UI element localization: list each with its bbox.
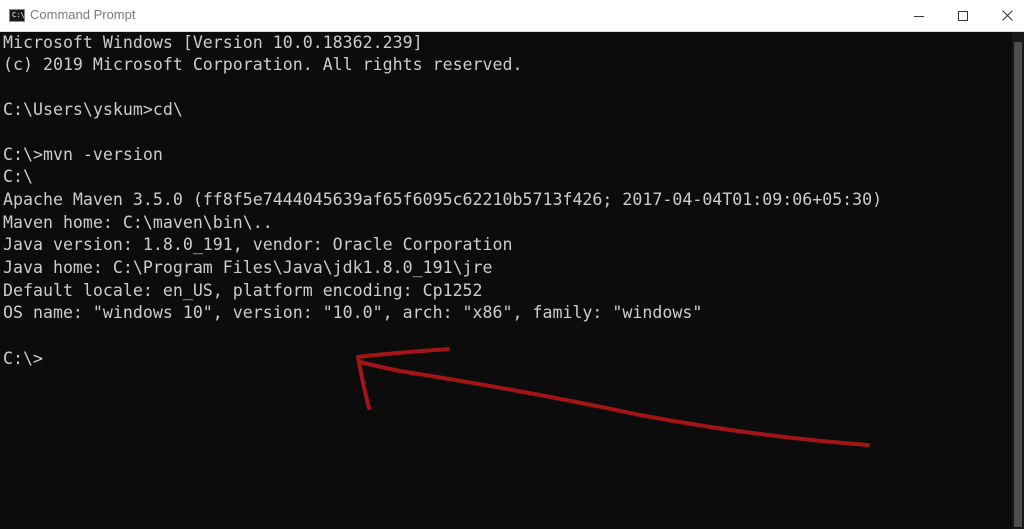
minimize-icon bbox=[914, 15, 924, 17]
console-line: Default locale: en_US, platform encoding… bbox=[3, 281, 483, 300]
maximize-button[interactable] bbox=[940, 0, 986, 31]
console-output[interactable]: Microsoft Windows [Version 10.0.18362.23… bbox=[0, 32, 1012, 529]
cmd-prompt-icon[interactable]: C:\ bbox=[9, 9, 25, 22]
window-title: Command Prompt bbox=[30, 7, 136, 22]
console-line: Maven home: C:\maven\bin\.. bbox=[3, 213, 273, 232]
close-icon bbox=[1001, 10, 1013, 21]
console-line: C:\>mvn -version bbox=[3, 145, 163, 164]
console-line: Apache Maven 3.5.0 (ff8f5e7444045639af65… bbox=[3, 190, 883, 209]
maximize-icon bbox=[958, 10, 968, 21]
minimize-button[interactable] bbox=[896, 0, 942, 31]
console-line: C:\Users\yskum>cd\ bbox=[3, 100, 183, 119]
app-icon-glyph: C:\ bbox=[12, 11, 25, 19]
console-line: Java version: 1.8.0_191, vendor: Oracle … bbox=[3, 235, 513, 254]
console-line: C:\ bbox=[3, 167, 33, 186]
console-line: Java home: C:\Program Files\Java\jdk1.8.… bbox=[3, 258, 493, 277]
command-prompt-window: C:\ Command Prompt Microsoft Windows [Ve… bbox=[0, 0, 1024, 529]
close-button[interactable] bbox=[984, 0, 1024, 31]
console-line: Microsoft Windows [Version 10.0.18362.23… bbox=[3, 33, 423, 52]
title-bar[interactable]: C:\ Command Prompt bbox=[0, 0, 1024, 32]
console-prompt: C:\> bbox=[3, 349, 43, 368]
console-line: OS name: "windows 10", version: "10.0", … bbox=[3, 303, 703, 322]
scrollbar-thumb[interactable] bbox=[1014, 42, 1022, 527]
vertical-scrollbar[interactable] bbox=[1012, 32, 1024, 529]
console-line: (c) 2019 Microsoft Corporation. All righ… bbox=[3, 55, 523, 74]
